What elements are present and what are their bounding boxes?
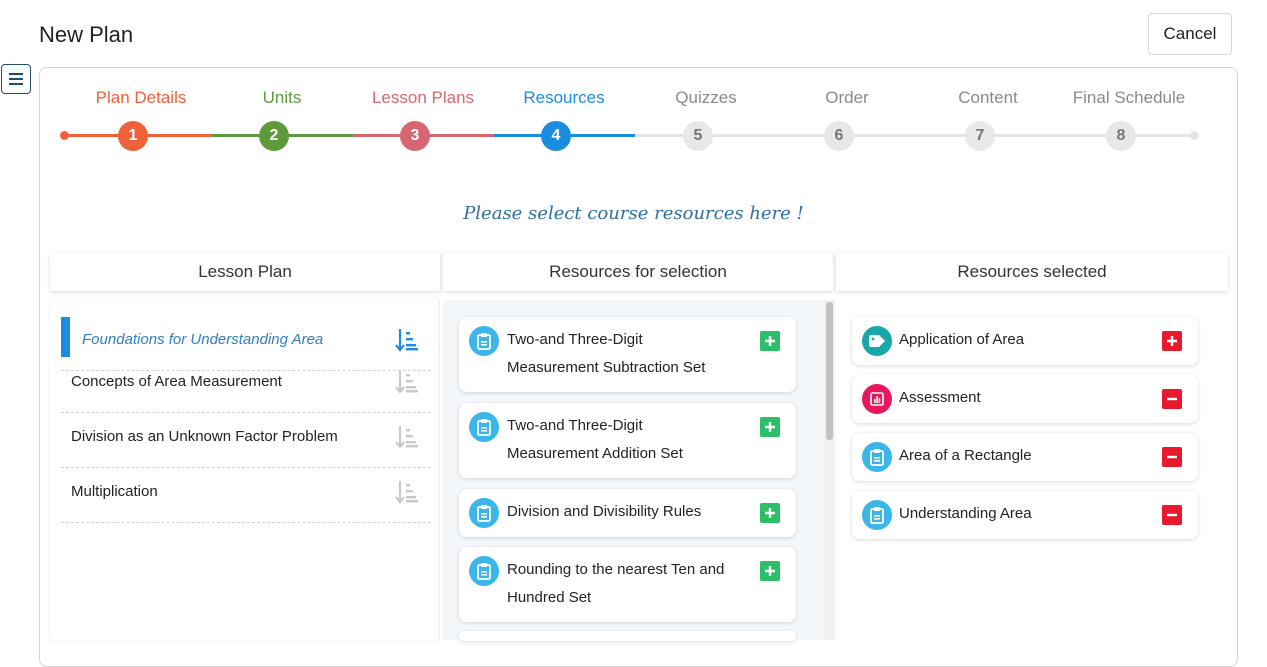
clipboard-icon [469, 326, 499, 356]
minus-icon [1167, 397, 1177, 401]
step-label-lesson-plans[interactable]: Lesson Plans [348, 88, 498, 108]
resource-option-card[interactable]: Rounding to the nearest Ten and Hundred … [459, 547, 796, 622]
step-circle-6[interactable]: 6 [824, 121, 854, 151]
selected-resource-card[interactable]: Understanding Area [852, 491, 1198, 539]
step-label-content[interactable]: Content [913, 88, 1063, 108]
step-label-plan-details[interactable]: Plan Details [66, 88, 216, 108]
sort-icon[interactable] [395, 424, 419, 450]
scrollbar-thumb[interactable] [826, 302, 833, 440]
clipboard-icon [862, 442, 892, 472]
step-circle-8[interactable]: 8 [1106, 121, 1136, 151]
remove-resource-button[interactable] [1162, 505, 1182, 525]
resource-option-label: Division and Divisibility Rules [507, 503, 702, 520]
sort-icon[interactable] [395, 369, 419, 395]
selected-resource-card[interactable]: Assessment [852, 375, 1198, 423]
step-label-order[interactable]: Order [772, 88, 922, 108]
sort-icon[interactable] [395, 479, 419, 505]
tag-icon [862, 326, 892, 356]
hamburger-icon [9, 73, 23, 75]
chart-icon [862, 384, 892, 414]
cancel-button[interactable]: Cancel [1148, 13, 1232, 55]
minus-icon [1167, 513, 1177, 517]
clipboard-icon [469, 498, 499, 528]
plus-icon [765, 508, 775, 518]
menu-toggle-button[interactable] [1, 64, 31, 94]
step-circle-2[interactable]: 2 [259, 121, 289, 151]
lesson-plan-label: Foundations for Understanding Area [82, 331, 324, 348]
column-header-lesson-plan: Lesson Plan [50, 253, 440, 291]
lesson-plan-item[interactable]: Concepts of Area Measurement [61, 359, 431, 413]
selected-resource-label: Application of Area [899, 331, 1025, 348]
selected-resource-label: Assessment [899, 389, 981, 406]
step-circle-5[interactable]: 5 [683, 121, 713, 151]
plus-icon [765, 336, 775, 346]
clipboard-icon [862, 500, 892, 530]
add-resource-button[interactable] [760, 503, 780, 523]
step-circle-4[interactable]: 4 [541, 121, 571, 151]
resource-option-card[interactable] [459, 631, 796, 641]
resource-option-label: Two-and Three-Digit Measurement Addition… [507, 417, 683, 462]
plus-icon [1167, 336, 1177, 346]
instruction-text: Please select course resources here ! [463, 203, 804, 224]
lesson-plan-item[interactable]: Multiplication [61, 469, 431, 523]
lesson-plan-label: Concepts of Area Measurement [71, 373, 282, 390]
step-label-quizzes[interactable]: Quizzes [631, 88, 781, 108]
minus-icon [1167, 455, 1177, 459]
step-circle-1[interactable]: 1 [118, 121, 148, 151]
selected-resource-card[interactable]: Application of Area [852, 317, 1198, 365]
add-resource-button[interactable] [1162, 331, 1182, 351]
plus-icon [765, 566, 775, 576]
page-title: New Plan [39, 22, 134, 47]
add-resource-button[interactable] [760, 331, 780, 351]
resource-option-card[interactable]: Two-and Three-Digit Measurement Addition… [459, 403, 796, 478]
remove-resource-button[interactable] [1162, 389, 1182, 409]
selected-resource-label: Area of a Rectangle [899, 447, 1032, 464]
resources-scrollbar[interactable] [824, 300, 835, 640]
add-resource-button[interactable] [760, 417, 780, 437]
step-label-units[interactable]: Units [207, 88, 357, 108]
column-header-resources-selected: Resources selected [836, 253, 1228, 291]
stepper-end-dot [1190, 131, 1199, 140]
selected-resource-card[interactable]: Area of a Rectangle [852, 433, 1198, 481]
lesson-plan-item[interactable]: Division as an Unknown Factor Problem [61, 414, 431, 468]
step-label-resources[interactable]: Resources [489, 88, 639, 108]
resource-option-card[interactable]: Two-and Three-Digit Measurement Subtract… [459, 317, 796, 392]
lesson-plan-label: Multiplication [71, 483, 158, 500]
resource-option-label: Two-and Three-Digit Measurement Subtract… [507, 331, 706, 376]
clipboard-icon [469, 412, 499, 442]
step-circle-3[interactable]: 3 [400, 121, 430, 151]
remove-resource-button[interactable] [1162, 447, 1182, 467]
plus-icon [765, 422, 775, 432]
resource-option-label: Rounding to the nearest Ten and Hundred … [507, 561, 725, 606]
step-circle-7[interactable]: 7 [965, 121, 995, 151]
lesson-plan-label: Division as an Unknown Factor Problem [71, 428, 338, 445]
resource-option-card[interactable]: Division and Divisibility Rules [459, 489, 796, 537]
selected-resource-label: Understanding Area [899, 505, 1032, 522]
column-header-resources-for-selection: Resources for selection [443, 253, 833, 291]
add-resource-button[interactable] [760, 561, 780, 581]
clipboard-icon [469, 556, 499, 586]
sort-icon[interactable] [395, 327, 419, 353]
step-label-final-schedule[interactable]: Final Schedule [1054, 88, 1204, 108]
